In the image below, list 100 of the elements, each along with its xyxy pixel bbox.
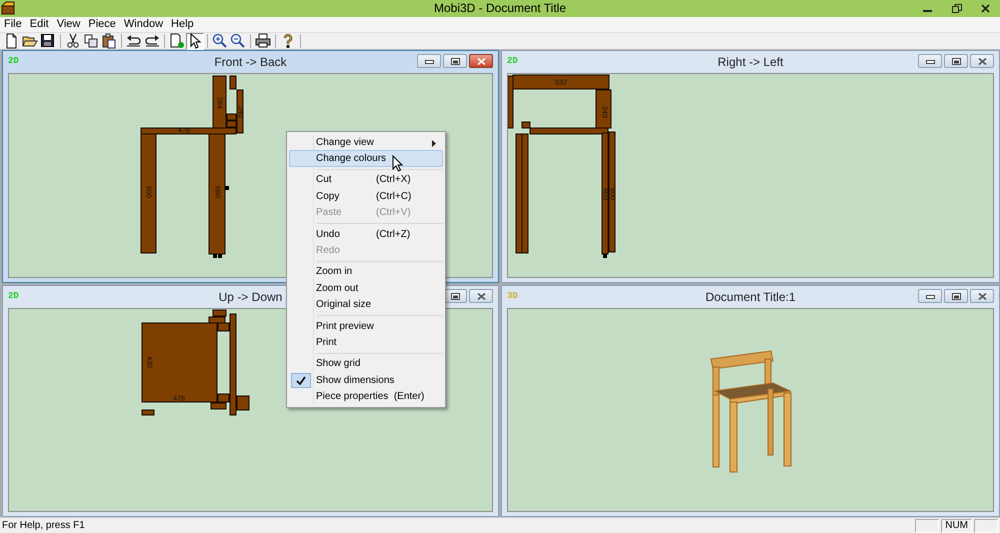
redo-icon xyxy=(144,33,160,49)
menu-item[interactable]: Original size xyxy=(289,296,443,313)
minimize-button[interactable] xyxy=(918,289,942,303)
menu-item[interactable]: Undo (Ctrl+Z) xyxy=(289,226,443,242)
close-icon xyxy=(476,292,486,300)
cut-icon xyxy=(65,33,81,49)
close-icon xyxy=(476,58,486,64)
window-title: Mobi3D - Document Title xyxy=(434,0,566,17)
menu-item[interactable]: Change view xyxy=(289,134,443,150)
toolbar-button[interactable] xyxy=(39,32,57,50)
status-pane xyxy=(974,518,998,532)
chair-piece[interactable] xyxy=(522,134,528,254)
minimize-icon xyxy=(424,58,434,64)
close-button[interactable] xyxy=(970,289,994,303)
minimize-icon xyxy=(926,58,934,64)
zoom-in-icon xyxy=(212,33,228,49)
maximize-button[interactable] xyxy=(443,54,467,68)
toolbar-button[interactable] xyxy=(125,32,143,50)
chair-piece[interactable] xyxy=(140,128,236,134)
window-title: Right -> Left xyxy=(718,54,784,71)
close-icon xyxy=(978,292,986,300)
toolbar-button[interactable] xyxy=(186,32,204,50)
toolbar-button[interactable] xyxy=(168,32,186,50)
status-text: For Help, press F1 xyxy=(1,519,86,533)
chair-piece[interactable] xyxy=(236,396,250,410)
chair-piece[interactable] xyxy=(208,316,226,324)
checkmark-icon xyxy=(296,376,306,386)
window-title: Up -> Down xyxy=(218,289,282,306)
chair-piece[interactable] xyxy=(236,90,244,134)
menu-item[interactable]: Edit xyxy=(26,17,53,32)
menu-item[interactable]: Piece properties (Enter) xyxy=(289,388,443,405)
app-icon xyxy=(1,1,15,15)
menu-item[interactable]: Show grid xyxy=(289,356,443,372)
menu-item[interactable]: Window xyxy=(120,17,168,32)
menu-item[interactable]: Help xyxy=(167,17,198,32)
chair-piece[interactable] xyxy=(212,310,226,316)
joint-marker[interactable] xyxy=(225,186,229,190)
copy-icon xyxy=(83,33,99,49)
mouse-pointer-icon xyxy=(392,155,403,172)
chair-piece[interactable] xyxy=(210,402,226,410)
toolbar-button[interactable] xyxy=(229,32,247,50)
menu-item[interactable]: Cut (Ctrl+X) xyxy=(289,172,443,188)
toolbar-button[interactable] xyxy=(143,32,161,50)
maximize-icon xyxy=(952,292,960,300)
chair-piece[interactable] xyxy=(516,134,522,254)
menu-item[interactable]: Zoom out xyxy=(289,280,443,297)
chair-piece[interactable] xyxy=(142,410,154,416)
chair-piece[interactable] xyxy=(212,76,226,128)
chair-piece[interactable] xyxy=(596,90,612,128)
zoom-out-icon xyxy=(230,33,246,49)
undo-icon xyxy=(126,33,142,49)
minimize-icon xyxy=(926,294,934,298)
close-button[interactable] xyxy=(970,54,994,68)
maximize-button[interactable] xyxy=(944,289,968,303)
joint-marker[interactable] xyxy=(213,254,217,258)
window-title: Front -> Back xyxy=(214,54,287,71)
close-button[interactable] xyxy=(469,54,493,68)
joint-marker[interactable] xyxy=(603,254,607,258)
chair-piece[interactable] xyxy=(602,132,608,254)
chair-piece[interactable] xyxy=(140,134,156,254)
menu-item[interactable]: Print xyxy=(289,334,443,351)
toolbar-button[interactable] xyxy=(254,32,272,50)
view-label: 2D xyxy=(507,56,518,66)
menu-item[interactable]: Zoom in xyxy=(289,264,443,280)
maximize-icon xyxy=(450,292,460,300)
joint-marker[interactable] xyxy=(218,254,222,258)
chair-piece[interactable] xyxy=(230,76,236,90)
chair-piece[interactable] xyxy=(530,128,608,134)
view-label: 3D xyxy=(507,291,518,301)
maximize-button[interactable] xyxy=(944,54,968,68)
maximize-icon xyxy=(952,58,960,64)
close-icon xyxy=(981,4,990,13)
menu-item[interactable]: Print preview xyxy=(289,318,443,334)
chair-piece[interactable] xyxy=(218,322,230,332)
toolbar-button[interactable] xyxy=(100,32,118,50)
chair-piece[interactable] xyxy=(522,122,530,128)
menu-item[interactable]: Show dimensions xyxy=(289,372,443,388)
chair-piece[interactable] xyxy=(218,394,230,402)
chair-piece[interactable] xyxy=(142,322,218,402)
chair-piece[interactable] xyxy=(230,314,236,416)
chair-piece[interactable] xyxy=(608,132,616,252)
status-pane xyxy=(915,518,940,532)
minimize-button[interactable] xyxy=(417,54,441,68)
chair-piece[interactable] xyxy=(508,76,514,128)
menu-item[interactable]: View xyxy=(52,17,84,32)
restore-icon xyxy=(952,4,962,13)
chair-piece[interactable] xyxy=(208,134,226,254)
menu-item[interactable]: File xyxy=(0,17,26,32)
maximize-icon xyxy=(450,58,460,64)
status-indicator: NUM xyxy=(941,518,972,532)
minimize-button[interactable] xyxy=(918,54,942,68)
view-label: 2D xyxy=(8,291,19,301)
toolbar-button[interactable] xyxy=(211,32,229,50)
submenu-arrow-icon xyxy=(432,140,436,147)
window-title: Document Title:1 xyxy=(705,289,796,306)
save-icon xyxy=(40,33,56,49)
toolbar-button[interactable] xyxy=(82,32,100,50)
close-button[interactable] xyxy=(469,289,493,303)
menu-item[interactable]: Piece xyxy=(84,17,120,32)
menu-item[interactable]: Copy (Ctrl+C) xyxy=(289,188,443,205)
